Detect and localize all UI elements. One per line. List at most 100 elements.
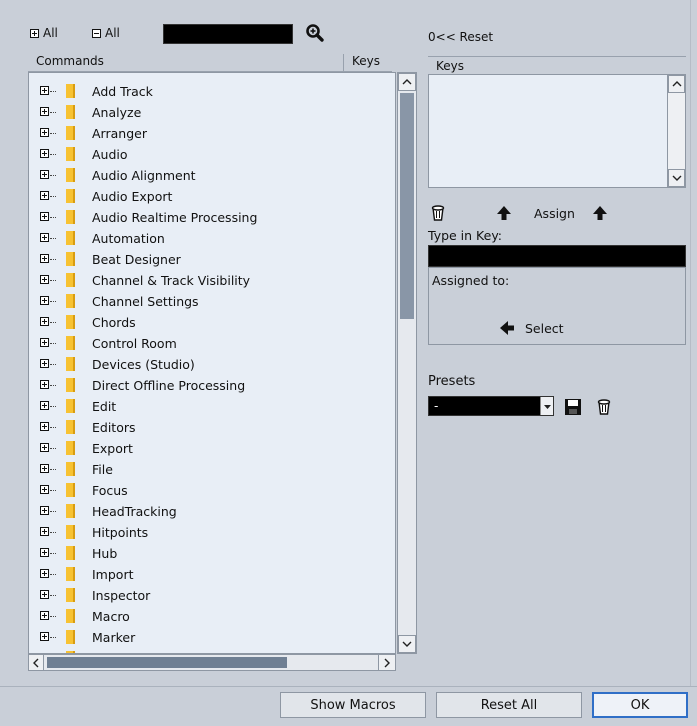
tree-connector <box>50 259 56 260</box>
expand-node-icon[interactable] <box>40 233 49 242</box>
expand-node-icon[interactable] <box>40 380 49 389</box>
folder-icon <box>66 630 75 644</box>
tree-item[interactable]: Audio Export <box>29 186 389 207</box>
column-header-commands[interactable]: Commands <box>28 54 344 71</box>
expand-node-icon[interactable] <box>40 611 49 620</box>
expand-node-icon[interactable] <box>40 422 49 431</box>
tree-item[interactable]: Hitpoints <box>29 522 389 543</box>
expand-node-icon[interactable] <box>40 128 49 137</box>
expand-node-icon[interactable] <box>40 86 49 95</box>
collapse-all-button[interactable]: All <box>92 26 120 40</box>
expand-node-icon[interactable] <box>40 443 49 452</box>
folder-icon <box>66 567 75 581</box>
expand-node-icon[interactable] <box>40 212 49 221</box>
reset-button[interactable]: 0<< Reset <box>428 30 493 44</box>
tree-item[interactable]: Add Track <box>29 81 389 102</box>
commands-tree[interactable]: Add Track Analyze Arranger Audio Audio Align… <box>28 72 396 654</box>
expand-node-icon[interactable] <box>40 275 49 284</box>
keys-list[interactable] <box>428 74 686 188</box>
tree-item[interactable]: Inspector <box>29 585 389 606</box>
keys-scrollbar[interactable] <box>667 75 685 187</box>
expand-node-icon[interactable] <box>40 359 49 368</box>
expand-node-icon[interactable] <box>40 317 49 326</box>
expand-all-button[interactable]: All <box>30 26 58 40</box>
tree-item[interactable]: Channel & Track Visibility <box>29 270 389 291</box>
save-preset-icon[interactable] <box>564 398 582 419</box>
arrow-up-icon[interactable] <box>496 205 512 224</box>
show-macros-button[interactable]: Show Macros <box>280 692 426 718</box>
scroll-left-arrow-icon[interactable] <box>28 654 44 671</box>
tree-connector <box>50 91 56 92</box>
assign-button[interactable]: Assign <box>534 206 575 221</box>
tree-item[interactable]: Control Room <box>29 333 389 354</box>
assigned-to-label: Assigned to: <box>432 273 510 288</box>
folder-icon <box>66 420 75 434</box>
keys-scroll-down-icon[interactable] <box>668 169 685 187</box>
type-in-key-field[interactable] <box>428 245 686 267</box>
tree-item[interactable]: Hub <box>29 543 389 564</box>
vertical-scroll-thumb[interactable] <box>400 93 414 319</box>
tree-item[interactable]: Analyze <box>29 102 389 123</box>
expand-node-icon[interactable] <box>40 464 49 473</box>
delete-key-trash-icon[interactable] <box>430 204 446 225</box>
horizontal-scroll-thumb[interactable] <box>47 657 287 668</box>
collapse-all-label: All <box>105 26 120 40</box>
tree-item[interactable]: Audio Realtime Processing <box>29 207 389 228</box>
scroll-right-arrow-icon[interactable] <box>378 654 396 671</box>
tree-item-label: Hitpoints <box>92 525 149 540</box>
tree-item[interactable]: Editors <box>29 417 389 438</box>
tree-item[interactable]: Devices (Studio) <box>29 354 389 375</box>
search-input[interactable] <box>163 24 293 44</box>
expand-node-icon[interactable] <box>40 401 49 410</box>
expand-node-icon[interactable] <box>40 569 49 578</box>
search-icon[interactable] <box>304 22 326 44</box>
tree-item[interactable]: Audio <box>29 144 389 165</box>
tree-item[interactable]: Edit <box>29 396 389 417</box>
ok-button[interactable]: OK <box>592 692 688 718</box>
tree-item-label: Arranger <box>92 126 147 141</box>
keys-scroll-up-icon[interactable] <box>668 75 685 93</box>
presets-dropdown[interactable]: - <box>428 396 554 416</box>
expand-node-icon[interactable] <box>40 338 49 347</box>
expand-node-icon[interactable] <box>40 170 49 179</box>
dropdown-arrow-icon[interactable] <box>540 397 553 415</box>
tree-item[interactable]: Chords <box>29 312 389 333</box>
tree-item[interactable]: Audio Alignment <box>29 165 389 186</box>
tree-item[interactable]: Import <box>29 564 389 585</box>
expand-node-icon[interactable] <box>40 548 49 557</box>
expand-node-icon[interactable] <box>40 107 49 116</box>
tree-item[interactable]: Channel Settings <box>29 291 389 312</box>
tree-connector <box>50 406 56 407</box>
scroll-up-arrow-icon[interactable] <box>398 73 416 91</box>
tree-item[interactable]: Macro <box>29 606 389 627</box>
tree-item[interactable]: Focus <box>29 480 389 501</box>
expand-node-icon[interactable] <box>40 485 49 494</box>
expand-node-icon[interactable] <box>40 254 49 263</box>
tree-item[interactable]: Direct Offline Processing <box>29 375 389 396</box>
tree-item[interactable]: Export <box>29 438 389 459</box>
select-button[interactable]: Select <box>499 320 564 336</box>
delete-preset-trash-icon[interactable] <box>596 398 612 419</box>
expand-node-icon[interactable] <box>40 632 49 641</box>
tree-item[interactable]: File <box>29 459 389 480</box>
expand-node-icon[interactable] <box>40 191 49 200</box>
expand-node-icon[interactable] <box>40 296 49 305</box>
scroll-down-arrow-icon[interactable] <box>398 635 416 653</box>
expand-node-icon[interactable] <box>40 506 49 515</box>
commands-horizontal-scrollbar[interactable] <box>28 654 396 671</box>
expand-node-icon[interactable] <box>40 590 49 599</box>
tree-item[interactable]: Beat Designer <box>29 249 389 270</box>
commands-vertical-scrollbar[interactable] <box>397 72 417 654</box>
assign-arrow-up-icon[interactable] <box>592 205 608 224</box>
reset-all-button[interactable]: Reset All <box>436 692 582 718</box>
tree-item[interactable]: Marker <box>29 627 389 648</box>
tree-item[interactable]: Automation <box>29 228 389 249</box>
column-header-keys[interactable]: Keys <box>344 54 380 71</box>
tree-connector <box>50 574 56 575</box>
folder-icon <box>66 483 75 497</box>
tree-item-label: Editors <box>92 420 136 435</box>
expand-node-icon[interactable] <box>40 149 49 158</box>
tree-item[interactable]: Arranger <box>29 123 389 144</box>
tree-item[interactable]: HeadTracking <box>29 501 389 522</box>
expand-node-icon[interactable] <box>40 527 49 536</box>
